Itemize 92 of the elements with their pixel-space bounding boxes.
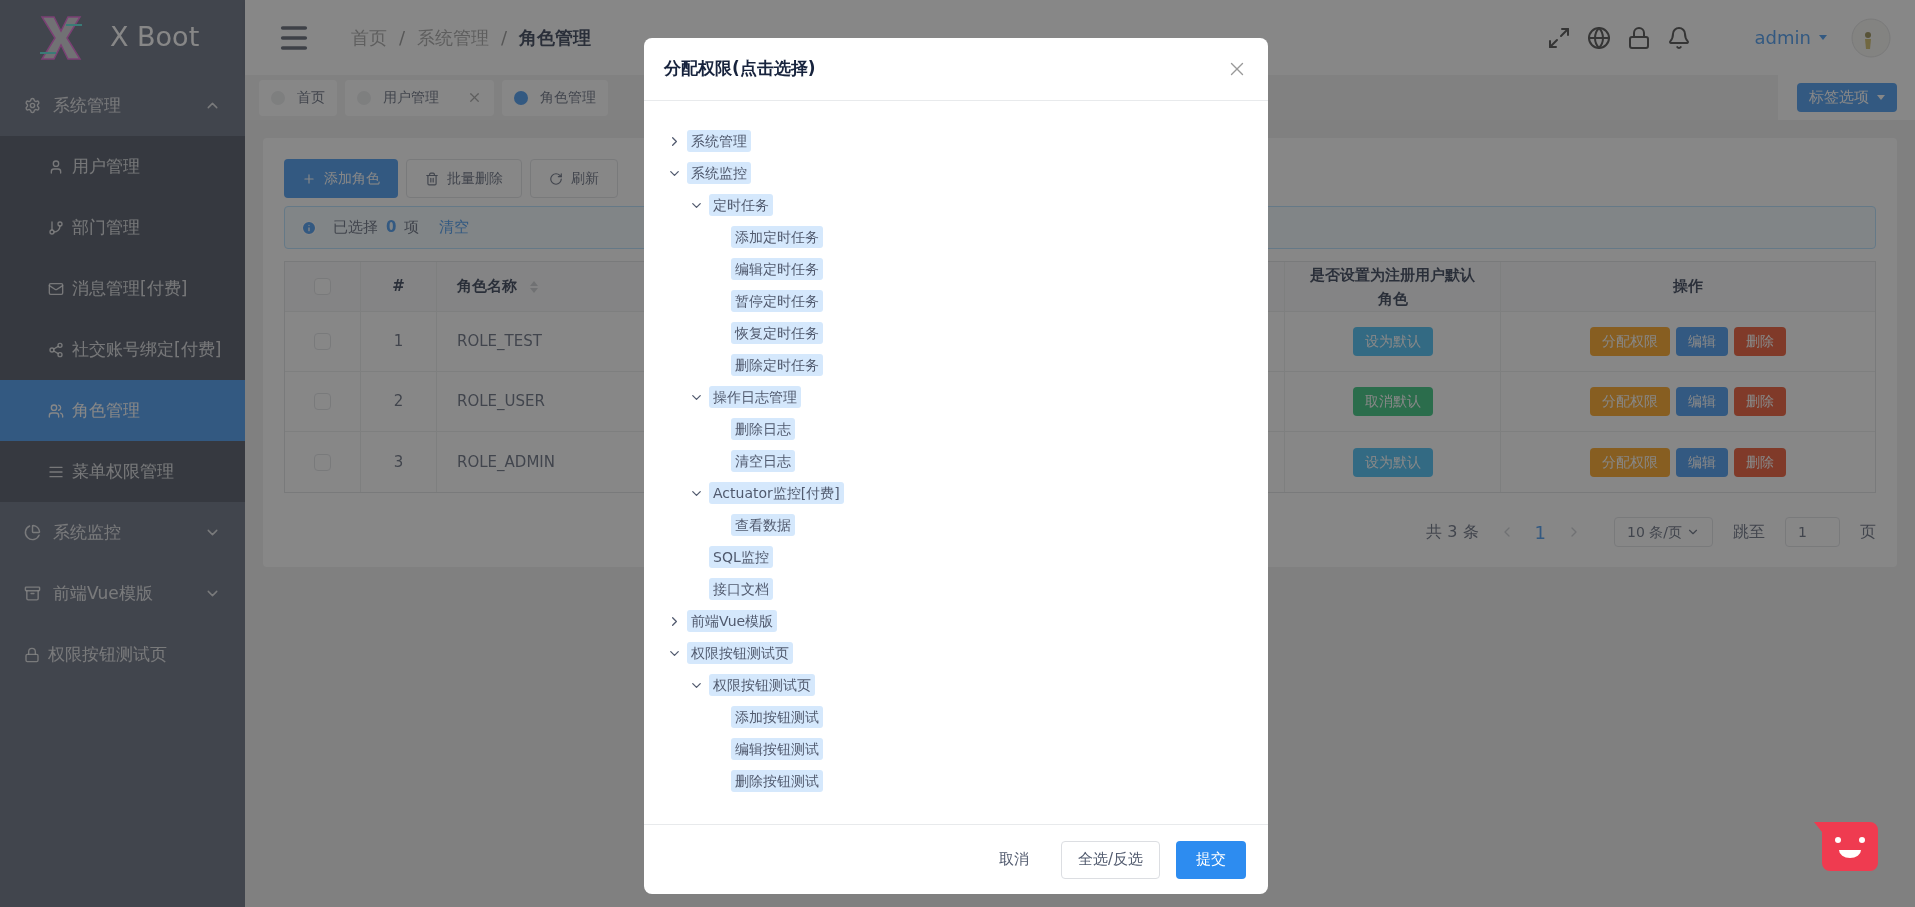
fullscreen-icon[interactable]: [1546, 25, 1571, 50]
default-role-button[interactable]: 设为默认: [1352, 447, 1433, 477]
action-button[interactable]: 编辑: [1676, 327, 1728, 356]
toolbar-button[interactable]: 刷新: [530, 159, 618, 198]
default-role-button[interactable]: 设为默认: [1352, 327, 1433, 356]
sidebar-item[interactable]: 角色管理: [0, 380, 245, 441]
action-button[interactable]: 删除: [1734, 447, 1786, 477]
page-suffix: 页: [1860, 521, 1876, 543]
action-button[interactable]: 分配权限: [1590, 327, 1670, 356]
action-button[interactable]: 删除: [1734, 387, 1786, 416]
total-count: 共 3 条: [1426, 521, 1479, 543]
column-header: 角色名称: [457, 276, 517, 298]
group-icon: [24, 585, 41, 602]
column-header: #: [392, 276, 405, 298]
item-icon: [48, 158, 64, 175]
table-cell-text: ROLE_ADMIN: [457, 451, 555, 473]
selection-count: 0: [386, 217, 397, 239]
tree-node[interactable]: 清空日志: [731, 450, 795, 472]
tree-node[interactable]: 删除日志: [731, 418, 795, 440]
column-header: 是否设置为注册用户默认角色: [1309, 264, 1476, 310]
tag-options-button[interactable]: 标签选项: [1796, 83, 1897, 112]
jump-input[interactable]: 1: [1785, 517, 1840, 547]
user-menu[interactable]: admin: [1754, 24, 1827, 51]
jump-label: 跳至: [1733, 521, 1765, 543]
tree-node[interactable]: 恢复定时任务: [731, 322, 823, 344]
tree-node[interactable]: 编辑按钮测试: [731, 738, 823, 760]
toolbar-button[interactable]: 添加角色: [284, 159, 398, 198]
page-size-select[interactable]: 10 条/页: [1614, 517, 1713, 547]
lock-icon[interactable]: [1626, 25, 1651, 50]
info-icon: [301, 219, 317, 236]
tree-node[interactable]: 删除按钮测试: [731, 770, 823, 792]
tree-node[interactable]: 权限按钮测试页: [709, 674, 815, 696]
chat-widget-icon[interactable]: [1814, 822, 1878, 871]
group-icon: [24, 524, 41, 541]
tree-node[interactable]: 编辑定时任务: [731, 258, 823, 280]
tab[interactable]: 角色管理: [502, 79, 608, 116]
lock-icon: [24, 646, 40, 663]
page-number[interactable]: 1: [1534, 518, 1546, 546]
breadcrumb-separator: /: [501, 26, 508, 50]
breadcrumb-item: 角色管理: [519, 26, 592, 50]
default-role-button[interactable]: 取消默认: [1352, 387, 1433, 416]
tree-node[interactable]: 添加定时任务: [731, 226, 823, 248]
item-icon: [48, 341, 64, 358]
close-icon[interactable]: [467, 90, 482, 105]
table-cell-text: ROLE_TEST: [457, 331, 542, 353]
item-icon: [48, 219, 64, 236]
group-icon: [24, 97, 41, 114]
dialog-button[interactable]: 全选/反选: [1060, 840, 1160, 879]
toolbar-button[interactable]: 批量删除: [406, 159, 522, 198]
tree-node[interactable]: 删除定时任务: [731, 354, 823, 376]
selection-label: 已选择: [333, 217, 378, 239]
breadcrumb-separator: /: [399, 26, 406, 50]
action-button[interactable]: 删除: [1734, 327, 1786, 356]
tree-node[interactable]: 系统监控: [687, 162, 751, 184]
globe-icon[interactable]: [1586, 25, 1611, 50]
tab[interactable]: 首页: [259, 79, 337, 116]
dialog-button[interactable]: 提交: [1176, 840, 1246, 879]
selection-unit: 项: [404, 217, 420, 239]
tree-node[interactable]: 暂停定时任务: [731, 290, 823, 312]
clear-link[interactable]: 清空: [439, 216, 470, 239]
tree-node[interactable]: 查看数据: [731, 514, 795, 536]
action-button[interactable]: 编辑: [1676, 387, 1728, 416]
sidebar-item[interactable]: 社交账号绑定[付费]: [0, 319, 245, 380]
table-cell-text: 3: [393, 451, 404, 473]
trash-icon: [425, 171, 439, 186]
table-cell-text: 2: [393, 391, 404, 413]
plus-icon: [302, 171, 316, 186]
tree-node[interactable]: 定时任务: [709, 194, 773, 216]
tree-node[interactable]: 接口文档: [709, 578, 773, 600]
caret-icon: [1819, 35, 1827, 40]
action-button[interactable]: 编辑: [1676, 447, 1728, 477]
action-button[interactable]: 分配权限: [1590, 447, 1670, 477]
tree-node[interactable]: 系统管理: [687, 130, 751, 152]
app-name: X Boot: [110, 20, 200, 55]
refresh-icon: [549, 171, 563, 186]
table-cell-text: ROLE_USER: [457, 391, 545, 413]
tree-node[interactable]: 操作日志管理: [709, 386, 801, 408]
tree-node[interactable]: Actuator监控[付费]: [709, 482, 844, 504]
caret-icon: [1876, 95, 1885, 100]
item-icon: [48, 402, 64, 419]
dialog-button[interactable]: 取消: [982, 840, 1045, 879]
bell-icon[interactable]: [1666, 25, 1691, 50]
action-button[interactable]: 分配权限: [1590, 387, 1670, 416]
table-cell-text: 1: [393, 331, 404, 353]
tree-node[interactable]: 前端Vue模版: [687, 610, 778, 632]
dialog-title: 分配权限(点击选择): [664, 57, 817, 81]
tree-node[interactable]: SQL监控: [709, 546, 773, 568]
tree-node[interactable]: 添加按钮测试: [731, 706, 823, 728]
tab[interactable]: 用户管理: [345, 79, 494, 116]
tree-node[interactable]: 权限按钮测试页: [687, 642, 793, 664]
column-header: 操作: [1673, 276, 1703, 298]
item-icon: [48, 280, 64, 297]
